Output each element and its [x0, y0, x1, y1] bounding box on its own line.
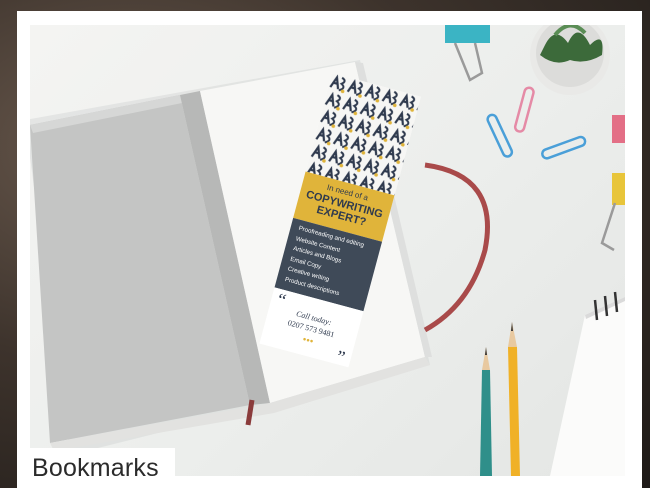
- pencil-yellow: [508, 322, 520, 476]
- plant: [530, 25, 610, 95]
- product-photo[interactable]: In need of a COPYWRITING EXPERT? Proofre…: [30, 25, 625, 476]
- binder-clip-yellow: [600, 173, 625, 252]
- elastic-strap: [423, 162, 490, 333]
- paper-clip-blue-2: [541, 135, 587, 160]
- spiral-notepad: [550, 291, 625, 476]
- paper-clip-blue: [486, 113, 514, 158]
- binder-clip-teal: [445, 25, 490, 82]
- product-caption[interactable]: Bookmarks: [30, 448, 175, 488]
- bookmark-services: Proofreading and editing Website Content…: [284, 224, 381, 307]
- paper-clip-pink: [513, 86, 535, 133]
- pencil-teal: [480, 347, 492, 476]
